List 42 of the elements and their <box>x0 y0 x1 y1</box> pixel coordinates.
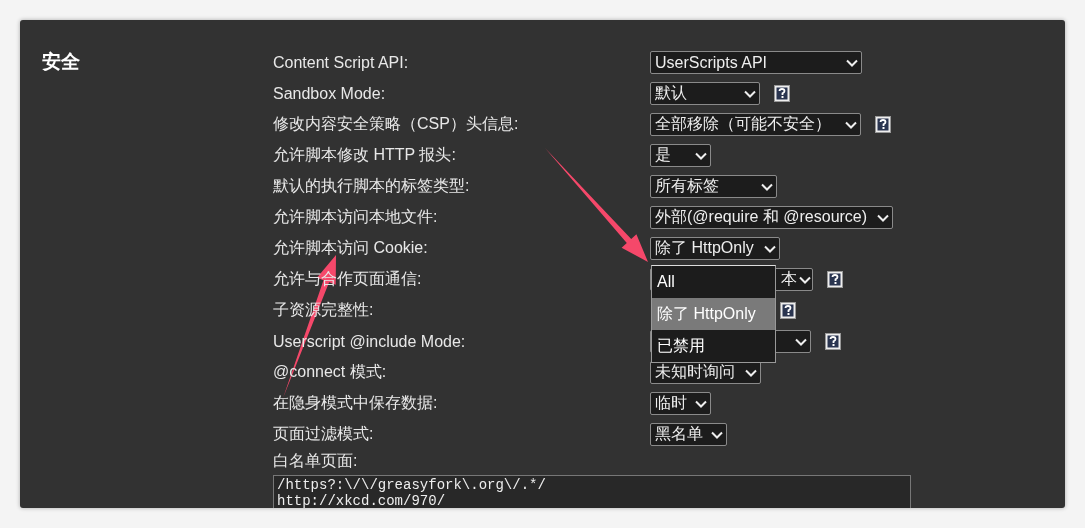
setting-label: 允许脚本访问本地文件: <box>273 207 439 227</box>
caret-icon <box>695 399 707 408</box>
caret-icon <box>745 368 757 377</box>
whitelist-textarea[interactable]: /https?:\/\/greasyfork\.org\/.*/ http://xkcd.com/970/ <box>273 475 911 508</box>
select-field[interactable]: 黑名单 <box>650 423 727 446</box>
select-field[interactable]: 除了 HttpOnly <box>650 237 780 260</box>
select-field[interactable]: UserScripts API <box>650 51 862 74</box>
caret-icon <box>795 337 807 346</box>
dropdown-option[interactable]: All <box>652 266 775 298</box>
select-field[interactable]: 是 <box>650 144 711 167</box>
help-icon[interactable] <box>827 271 843 288</box>
help-icon[interactable] <box>774 85 790 102</box>
setting-label: 允许脚本修改 HTTP 报头: <box>273 145 457 165</box>
caret-icon <box>711 430 723 439</box>
caret-icon <box>744 89 756 98</box>
help-icon[interactable] <box>875 116 891 133</box>
dropdown-option[interactable]: 除了 HttpOnly <box>652 298 775 330</box>
section-title: 安全 <box>42 51 80 72</box>
select-field[interactable]: 外部(@require 和 @resource) <box>650 206 893 229</box>
select-field[interactable]: 全部移除（可能不安全） <box>650 113 861 136</box>
caret-icon <box>845 120 857 129</box>
setting-label: 允许脚本访问 Cookie: <box>273 238 429 258</box>
setting-label: 修改内容安全策略（CSP）头信息: <box>273 114 520 134</box>
setting-label: 默认的执行脚本的标签类型: <box>273 176 471 196</box>
setting-label: 页面过滤模式: <box>273 424 375 444</box>
setting-label: Content Script API: <box>273 53 410 72</box>
caret-icon <box>695 151 707 160</box>
select-field[interactable]: 临时 <box>650 392 711 415</box>
help-icon[interactable] <box>780 302 796 319</box>
caret-icon <box>877 213 889 222</box>
dropdown-option[interactable]: 已禁用 <box>652 330 775 362</box>
setting-label: Sandbox Mode: <box>273 84 387 103</box>
caret-icon <box>761 182 773 191</box>
setting-label: 白名单页面: <box>273 451 358 471</box>
caret-icon <box>799 275 811 284</box>
caret-icon <box>846 58 858 67</box>
caret-icon <box>764 244 776 253</box>
help-icon[interactable] <box>825 333 841 350</box>
setting-label: 在隐身模式中保存数据: <box>273 393 439 413</box>
select-field[interactable]: 所有标签 <box>650 175 777 198</box>
select-field[interactable]: 未知时询问 <box>650 361 761 384</box>
select-field[interactable]: 默认 <box>650 82 760 105</box>
